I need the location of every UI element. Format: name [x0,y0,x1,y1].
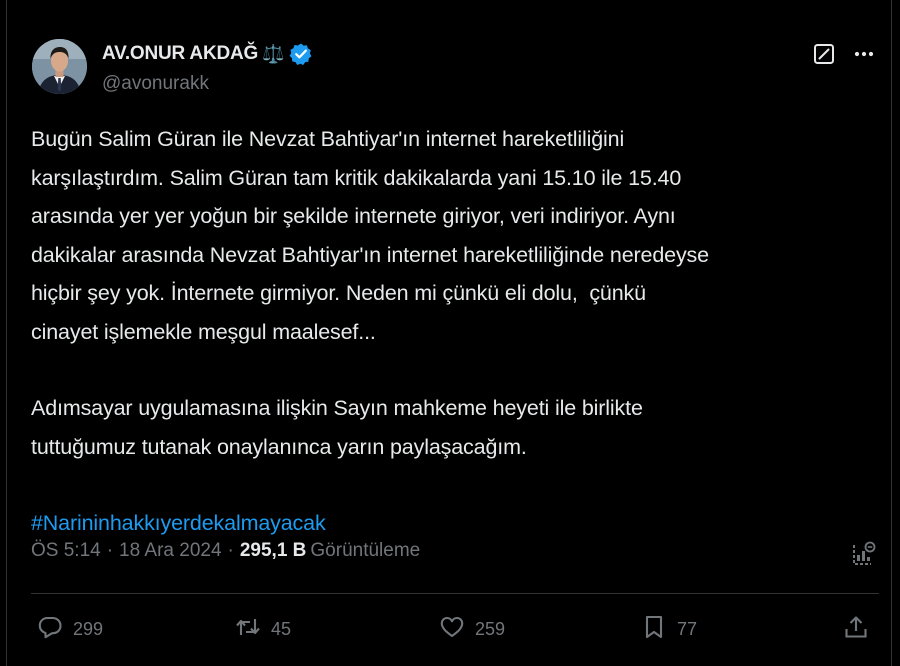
repost-icon [235,614,261,645]
scales-emoji: ⚖️ [262,44,285,64]
author-name-row: AV.ONUR AKDAĞ ⚖️ [102,42,313,66]
reply-count: 299 [73,619,104,639]
text-line: karşılaştırdım. Salim Güran tam kritik d… [31,165,682,190]
share-button[interactable] [843,614,869,645]
repost-button[interactable]: 45 [235,614,291,645]
meta-separator: · [227,540,234,561]
reply-icon [37,614,63,645]
grok-icon[interactable] [813,43,835,65]
action-bar: 299 45 259 77 [37,614,877,646]
text-line: cinayet işlemekle meşgul maalesef... [31,319,376,344]
divider [31,593,879,594]
author-handle[interactable]: @avonurakk [102,73,209,95]
hashtag-link[interactable]: #Narininhakkıyerdekalmayacak [31,511,326,535]
text-line: Adımsayar uygulamasına ilişkin Sayın mah… [31,396,643,420]
verified-badge-icon [289,42,313,66]
tweet-text: Bugün Salim Güran ile Nevzat Bahtiyar'ın… [31,120,881,543]
bookmark-icon [641,614,667,645]
more-icon[interactable] [851,43,877,65]
views-count: 295,1 B [239,540,307,561]
author-display-name[interactable]: AV.ONUR AKDAĞ [102,43,258,65]
tweet-container: AV.ONUR AKDAĞ ⚖️ @avonurakk Bugün Salim … [6,0,892,666]
avatar-image [32,39,87,94]
views-label: Görüntüleme [310,540,421,561]
text-line: tuttuğumuz tutanak onaylanınca yarın pay… [31,434,527,459]
text-line: Bugün Salim Güran ile Nevzat Bahtiyar'ın… [31,127,625,151]
like-icon [439,614,465,645]
tweet-date[interactable]: 18 Ara 2024 [119,540,221,562]
text-line: dakikalar arasında Nevzat Bahtiyar'ın in… [31,242,709,267]
reply-button[interactable]: 299 [37,614,103,645]
meta-separator: · [106,540,114,561]
text-line: hiçbir şey yok. İnternete girmiyor. Nede… [31,281,646,305]
like-button[interactable]: 259 [439,614,505,645]
share-icon [843,614,869,645]
avatar[interactable] [32,39,87,94]
text-line: arasında yer yer yoğun bir şekilde inter… [31,204,676,228]
bookmark-button[interactable]: 77 [641,614,697,645]
bookmark-count: 77 [677,619,698,639]
like-count: 259 [475,619,506,639]
analytics-icon[interactable] [851,540,877,568]
repost-count: 45 [271,619,292,639]
tweet-time[interactable]: ÖS 5:14 [31,540,101,562]
tweet-meta: ÖS 5:14 · 18 Ara 2024 · 295,1 B Görüntül… [31,540,420,562]
